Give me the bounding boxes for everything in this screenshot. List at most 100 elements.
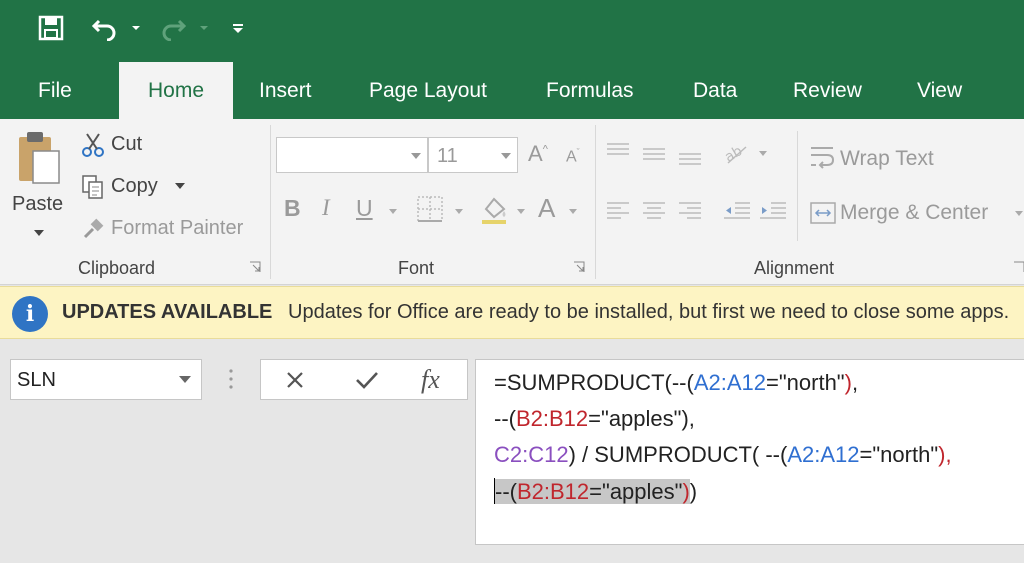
copy-dropdown-icon[interactable] <box>174 181 186 191</box>
top-align-icon[interactable] <box>604 139 632 161</box>
enter-icon[interactable] <box>353 368 381 392</box>
bottom-align-icon[interactable] <box>676 147 704 169</box>
formula-token: =SUMPRODUCT(--( <box>494 370 694 395</box>
formula-line-3: C2:C12) / SUMPRODUCT( --(A2:A12="north")… <box>494 442 952 468</box>
middle-align-icon[interactable] <box>640 143 668 165</box>
ribbon-tabs: File Home Insert Page Layout Formulas Da… <box>0 62 1024 119</box>
italic-button[interactable]: I <box>322 195 330 221</box>
title-bar <box>0 0 1024 62</box>
merge-center-button[interactable]: Merge & Center <box>840 201 988 225</box>
redo-icon[interactable] <box>156 12 190 44</box>
formula-token: ) <box>844 370 852 395</box>
updates-message-bar: i UPDATES AVAILABLE Updates for Office a… <box>0 286 1024 339</box>
cut-button[interactable]: Cut <box>111 133 142 156</box>
formula-token: ), <box>681 406 695 431</box>
clipboard-group-label: Clipboard <box>78 258 156 278</box>
underline-dropdown-icon[interactable] <box>388 207 398 215</box>
undo-dropdown-icon[interactable] <box>128 12 144 44</box>
ribbon: Paste Cut Copy Format Painter Clipboard … <box>0 119 1024 285</box>
undo-icon[interactable] <box>88 12 122 44</box>
formula-token: A2:A12 <box>787 442 860 467</box>
separator <box>595 125 596 279</box>
cancel-icon[interactable] <box>283 368 307 392</box>
formula-bar-buttons: fx <box>260 359 468 400</box>
align-center-icon[interactable] <box>640 199 668 221</box>
format-painter-button[interactable]: Format Painter <box>111 217 243 240</box>
svg-text:ab: ab <box>722 143 745 165</box>
info-icon: i <box>12 296 48 332</box>
font-color-button[interactable]: A <box>538 193 555 224</box>
merge-center-icon <box>808 199 838 227</box>
formula-line-1: =SUMPRODUCT(--(A2:A12="north"), <box>494 370 858 396</box>
name-box[interactable]: SLN <box>10 359 202 400</box>
alignment-group-label: Alignment <box>754 258 835 278</box>
font-launcher-icon[interactable] <box>573 260 585 272</box>
formula-token: ="north" <box>766 370 845 395</box>
formula-token: B2:B12 <box>516 479 590 504</box>
fill-color-dropdown-icon[interactable] <box>516 207 526 215</box>
bold-button[interactable]: B <box>284 195 301 222</box>
wrap-text-icon <box>808 143 838 173</box>
updates-title: UPDATES AVAILABLE <box>62 301 273 323</box>
paste-icon[interactable] <box>12 125 64 193</box>
formula-line-2: --(B2:B12="apples"), <box>494 406 695 432</box>
font-color-dropdown-icon[interactable] <box>568 207 578 215</box>
tab-view[interactable]: View <box>917 62 962 119</box>
orientation-dropdown-icon[interactable] <box>758 149 768 157</box>
customize-quick-access-icon[interactable] <box>228 12 248 44</box>
wrap-text-button[interactable]: Wrap Text <box>840 147 934 171</box>
tab-data[interactable]: Data <box>693 62 737 119</box>
formula-token: ="apples" <box>588 406 682 431</box>
increase-font-size-icon[interactable]: A^ <box>528 141 548 167</box>
paste-dropdown-icon[interactable] <box>32 227 46 239</box>
formula-token: --( <box>495 479 517 504</box>
font-group-label: Font <box>398 258 435 278</box>
tab-home[interactable]: Home <box>119 62 233 119</box>
font-size-value: 11 <box>437 145 458 167</box>
separator <box>270 125 271 279</box>
decrease-indent-icon[interactable] <box>722 199 752 221</box>
insert-function-button[interactable]: fx <box>421 365 440 395</box>
formula-token: ="north" <box>859 442 939 467</box>
name-box-dropdown-icon[interactable] <box>179 376 191 383</box>
underline-button[interactable]: U <box>356 195 373 222</box>
alignment-launcher-icon[interactable] <box>1013 260 1024 272</box>
formula-token: ="apples" <box>589 479 683 504</box>
copy-button[interactable]: Copy <box>111 175 158 198</box>
save-icon[interactable] <box>34 12 68 44</box>
font-name-combo[interactable] <box>276 137 428 173</box>
formula-token: A2:A12 <box>693 370 766 395</box>
decrease-font-size-icon[interactable]: Aˇ <box>566 147 580 166</box>
tab-formulas[interactable]: Formulas <box>546 62 634 119</box>
name-box-value: SLN <box>17 369 56 391</box>
splitter-handle[interactable] <box>228 368 234 395</box>
formula-token: B2:B12 <box>515 406 589 431</box>
borders-icon[interactable] <box>414 193 446 225</box>
separator <box>797 131 798 241</box>
formula-token: --( <box>494 406 516 431</box>
borders-dropdown-icon[interactable] <box>454 207 464 215</box>
updates-message: Updates for Office are ready to be insta… <box>288 301 1010 323</box>
formula-token: , <box>851 370 859 395</box>
tab-review[interactable]: Review <box>793 62 862 119</box>
fill-color-icon[interactable] <box>476 191 512 227</box>
formula-input[interactable]: =SUMPRODUCT(--(A2:A12="north"), --(B2:B1… <box>475 359 1024 545</box>
tab-page-layout[interactable]: Page Layout <box>369 62 487 119</box>
increase-indent-icon[interactable] <box>758 199 788 221</box>
formula-token: ) / SUMPRODUCT( --( <box>568 442 788 467</box>
merge-center-dropdown-icon[interactable] <box>1014 209 1024 217</box>
redo-dropdown-icon[interactable] <box>196 12 212 44</box>
formula-token: ), <box>938 442 952 467</box>
orientation-icon[interactable]: ab <box>720 139 754 167</box>
font-size-combo[interactable]: 11 <box>428 137 518 173</box>
align-right-icon[interactable] <box>676 199 704 221</box>
formula-line-4: --(B2:B12="apples")) <box>494 478 697 505</box>
formula-token: ) <box>689 479 698 504</box>
paste-button[interactable]: Paste <box>12 193 63 216</box>
cut-icon <box>80 131 106 159</box>
tab-insert[interactable]: Insert <box>259 62 312 119</box>
align-left-icon[interactable] <box>604 199 632 221</box>
tab-file[interactable]: File <box>38 62 72 119</box>
copy-icon <box>80 173 106 201</box>
clipboard-launcher-icon[interactable] <box>249 260 261 272</box>
